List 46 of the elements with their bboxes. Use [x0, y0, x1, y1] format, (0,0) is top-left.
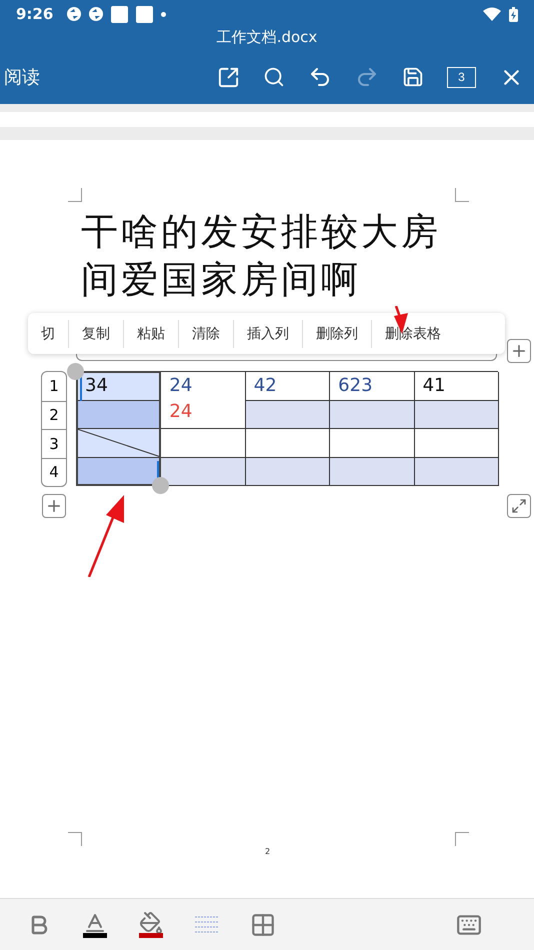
read-mode-label[interactable]: 阅读: [4, 65, 194, 89]
app-notification-icon: [67, 7, 82, 21]
cell-text: 34: [85, 374, 108, 398]
row-header[interactable]: 3: [42, 429, 66, 458]
gridlines-icon: [195, 914, 219, 934]
share-button[interactable]: [217, 66, 240, 88]
save-button[interactable]: [402, 66, 424, 88]
text-cursor: [80, 375, 82, 401]
row-header[interactable]: 1: [42, 372, 66, 400]
battery-icon: [509, 6, 518, 22]
paint-bucket-icon: [139, 911, 163, 935]
font-color-icon: [83, 911, 107, 935]
wifi-icon: [483, 7, 501, 21]
undo-button[interactable]: [308, 65, 332, 89]
app-notification-icon: [111, 6, 128, 22]
more-notifications-icon: [161, 12, 166, 16]
add-column-button[interactable]: [507, 339, 531, 363]
selection-handle[interactable]: [67, 363, 84, 380]
menu-item[interactable]: 粘贴: [123, 320, 178, 348]
search-button[interactable]: [263, 66, 285, 88]
cell-text: 24: [169, 374, 192, 398]
add-row-button[interactable]: [42, 494, 66, 518]
plus-icon: [45, 497, 63, 515]
cell-text: 41: [422, 374, 446, 398]
menu-item[interactable]: 复制: [68, 320, 123, 348]
diagonal-arrows-icon: [511, 498, 527, 514]
row-header[interactable]: 2: [42, 400, 66, 429]
app-notification-icon: [136, 6, 154, 22]
selection-handle[interactable]: [152, 477, 169, 494]
app-notification-icon: [89, 7, 104, 21]
cell-text: 623: [338, 374, 373, 398]
menu-item[interactable]: 清除: [178, 320, 233, 348]
menu-item[interactable]: 插入列: [233, 320, 302, 348]
resize-button[interactable]: [507, 494, 531, 518]
status-time: 9:26: [16, 5, 54, 23]
page-number: 2: [265, 847, 270, 856]
menu-item[interactable]: 删除列: [302, 320, 371, 348]
row-header[interactable]: 4: [42, 458, 66, 486]
cell-text: 42: [254, 374, 277, 398]
plus-icon: [510, 342, 528, 360]
document-title: 工作文档.docx: [216, 28, 318, 48]
cell-text: 24: [169, 400, 192, 424]
menu-item[interactable]: 切: [28, 320, 68, 348]
table-icon: [250, 912, 276, 938]
document-heading: 干啥的发安排较大房间爱国家房间啊: [81, 209, 442, 303]
page-count-button[interactable]: 3: [447, 66, 476, 88]
